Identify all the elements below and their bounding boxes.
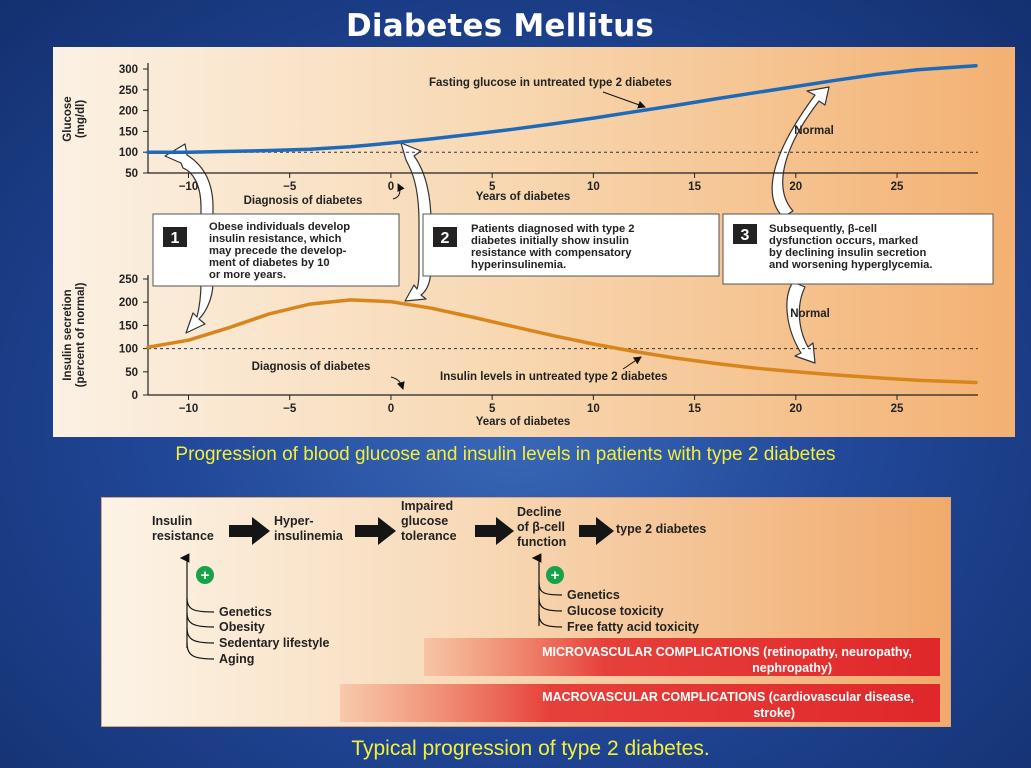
flow-arrow-2 <box>355 517 396 545</box>
right-plus-icon: + <box>546 566 564 584</box>
insulin-diagnosis-label: Diagnosis of diabetes <box>252 361 371 373</box>
factor-left-2: Obesity <box>219 620 265 634</box>
callout-arrow-3b <box>786 281 816 364</box>
y-tick-label: 150 <box>119 320 138 332</box>
callout-2-line-4: hyperinsulinemia. <box>471 259 566 271</box>
x-tick-label: −5 <box>283 403 297 415</box>
y-tick-label: 100 <box>119 344 138 356</box>
callout-3-number: 3 <box>741 227 750 244</box>
glucose-diagnosis-label: Diagnosis of diabetes <box>244 195 363 207</box>
macrovascular-line-1: MACROVASCULAR COMPLICATIONS (cardiovascu… <box>542 690 914 704</box>
bottom-figure-caption: Typical progression of type 2 diabetes. <box>351 737 710 760</box>
y-tick-label: 250 <box>119 85 138 97</box>
flow-arrow-4 <box>579 517 614 545</box>
x-tick-label: 10 <box>587 403 600 415</box>
y-tick-label: 200 <box>119 106 138 118</box>
slide-title: Diabetes Mellitus <box>345 8 655 44</box>
glucose-x-axis-label: Years of diabetes <box>476 191 571 203</box>
progression-charts: 50100150200250300−10 −5 0 5 10 15 20 25 0501001… <box>62 63 994 428</box>
x-tick-label: 25 <box>891 403 904 415</box>
x-tick-label: 15 <box>688 403 701 415</box>
step-type-2-diabetes: type 2 diabetes <box>616 522 706 536</box>
callout-2-line-3: resistance with compensatory <box>471 247 632 259</box>
factor-right-1: Genetics <box>567 588 620 602</box>
step-impaired-glucose-tolerance: Impaired glucose tolerance <box>401 499 457 543</box>
callout-1-line-1: Obese individuals develop <box>209 221 350 233</box>
y-tick-label: 250 <box>119 274 138 286</box>
y-tick-label: 0 <box>132 390 138 402</box>
factor-left-3: Sedentary lifestyle <box>219 636 330 650</box>
callout-2-line-1: Patients diagnosed with type 2 <box>471 223 635 235</box>
callout-1-line-2: insulin resistance, which <box>209 233 342 245</box>
macrovascular-line-2: stroke) <box>753 706 795 720</box>
factor-right-2: Glucose toxicity <box>567 604 664 618</box>
callout-1-line-3: may precede the develop- <box>209 245 347 257</box>
flow-arrow-3 <box>475 517 514 545</box>
step-beta-cell-decline: Decline of β-cell function <box>517 505 566 549</box>
callout-1-line-5: or more years. <box>209 269 286 281</box>
callout-box-3: 3 Subsequently, β-cell dysfunction occurs… <box>722 213 994 285</box>
x-tick-label: 20 <box>789 181 802 193</box>
x-tick-label: −5 <box>283 181 297 193</box>
glucose-axis-label: Glucose(mg/dl) <box>62 96 87 141</box>
microvascular-line-2: nephropathy) <box>752 661 832 675</box>
callout-3-line-1: Subsequently, β-cell <box>769 223 877 235</box>
insulin-x-axis-label: Years of diabetes <box>476 416 571 428</box>
factor-left-1: Genetics <box>219 605 272 619</box>
callout-3-line-3: by declining insulin secretion <box>769 247 926 259</box>
glucose-series-label: Fasting glucose in untreated type 2 diab… <box>429 77 672 89</box>
x-tick-label: 15 <box>688 181 701 193</box>
insulin-axis-label: Insulin secretion(percent of normal) <box>62 282 87 387</box>
glucose-series-pointer <box>602 91 646 109</box>
x-tick-label: 5 <box>489 403 496 415</box>
y-tick-label: 300 <box>119 64 138 76</box>
callout-1-line-4: ment of diabetes by 10 <box>209 257 330 269</box>
svg-text:+: + <box>551 567 560 584</box>
callout-3-line-2: dysfunction occurs, marked <box>769 235 918 247</box>
callout-box-1: 1 Obese individuals develop insulin resis… <box>152 213 400 287</box>
callout-2-number: 2 <box>441 230 450 247</box>
progression-flow-panel: Insulin resistance Hyper-insulinemia Impa… <box>101 497 951 727</box>
y-tick-label: 50 <box>125 168 138 180</box>
svg-text:+: + <box>201 567 210 584</box>
insulin-diagnosis-pointer <box>390 376 405 390</box>
flow-arrow-1 <box>229 517 270 545</box>
left-plus-icon: + <box>196 566 214 584</box>
callout-1-number: 1 <box>171 230 180 247</box>
insulin-normal-label: Normal <box>790 308 830 320</box>
insulin-series-label: Insulin levels in untreated type 2 diabe… <box>440 371 668 383</box>
y-tick-label: 200 <box>119 297 138 309</box>
factor-right-3: Free fatty acid toxicity <box>567 620 699 634</box>
y-tick-label: 150 <box>119 126 138 138</box>
microvascular-line-1: MICROVASCULAR COMPLICATIONS (retinopathy… <box>542 645 912 659</box>
x-tick-label: 25 <box>891 181 904 193</box>
step-hyperinsulinemia: Hyper-insulinemia <box>274 514 344 543</box>
progression-flow-diagram: Insulin resistance Hyper-insulinemia Impa… <box>152 499 940 722</box>
x-tick-label: 0 <box>388 403 394 415</box>
callout-3-line-4: and worsening hyperglycemia. <box>769 259 933 271</box>
factor-left-4: Aging <box>219 652 254 666</box>
top-figure-caption: Progression of blood glucose and insulin… <box>175 444 836 465</box>
callout-box-2: 2 Patients diagnosed with type 2 diabetes… <box>422 213 720 277</box>
insulin-series-pointer <box>622 356 642 370</box>
y-tick-label: 100 <box>119 147 138 159</box>
x-tick-label: −10 <box>179 403 199 415</box>
y-tick-label: 50 <box>125 367 138 379</box>
progression-charts-panel: 50 100 150 200 250 300 −10 −5 0 5 10 15 20 25 0 50 100 1… <box>53 47 1015 437</box>
step-insulin-resistance: Insulin resistance <box>152 514 214 543</box>
x-tick-label: 0 <box>388 181 394 193</box>
glucose-normal-label: Normal <box>794 125 834 137</box>
x-tick-label: 10 <box>587 181 600 193</box>
x-tick-label: −10 <box>179 181 199 193</box>
x-tick-label: 20 <box>789 403 802 415</box>
callout-2-line-2: diabetes initially show insulin <box>471 235 629 247</box>
